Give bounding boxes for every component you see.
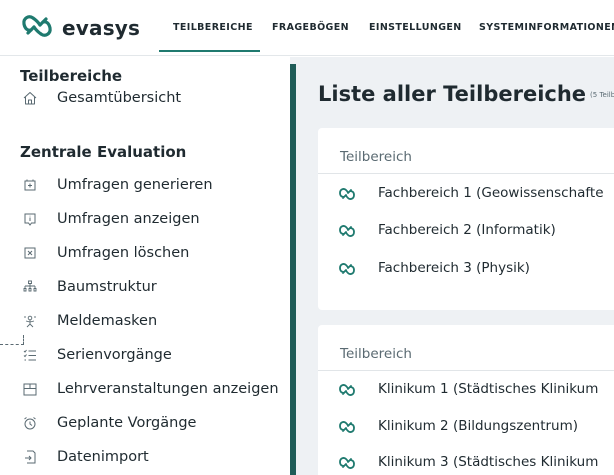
logo-text: evasys [62,16,141,40]
row-label: Fachbereich 2 (Informatik) [378,222,556,238]
dashed-connector [0,344,24,345]
page-title-text: Liste aller Teilbereiche [318,82,587,106]
teilbereich-row[interactable]: Fachbereich 3 (Physik) [318,255,614,281]
sidebar-item-label: Baumstruktur [57,279,157,295]
home-icon [22,90,38,106]
sidebar-item-lehrveranstaltungen-anzeigen[interactable]: Lehrveranstaltungen anzeigen [0,374,285,404]
sidebar-item-meldemasken[interactable]: Meldemasken [0,306,285,336]
sidebar-item-geplante-vorgaenge[interactable]: Geplante Vorgänge [0,408,285,438]
row-label: Klinikum 1 (Städtisches Klinikum [378,381,599,397]
import-icon [22,449,38,465]
teilbereich-row[interactable]: Klinikum 1 (Städtisches Klinikum [318,376,614,402]
info-square-icon [22,211,38,227]
teilbereich-row[interactable]: Fachbereich 1 (Geowissenschafte [318,180,614,206]
teilbereich-row[interactable]: Klinikum 3 (Städtisches Klinikum [318,449,614,475]
teilbereich-card: Teilbereich Fachbereich 1 (Geowissenscha… [318,128,614,310]
sidebar-item-umfragen-loeschen[interactable]: Umfragen löschen [0,238,285,268]
sidebar-item-label: Lehrveranstaltungen anzeigen [57,381,279,397]
active-tab-indicator [159,50,260,52]
evasys-link-icon [338,382,356,396]
row-label: Klinikum 2 (Bildungszentrum) [378,418,579,434]
tab-systeminformationen[interactable]: SYSTEMINFORMATIONEN [479,22,614,33]
alarm-clock-icon [22,415,38,431]
people-icon [22,313,38,329]
sidebar-item-label: Serienvorgänge [57,347,172,363]
x-square-icon [22,245,38,261]
main-accent-bar [290,64,296,475]
sidebar-item-umfragen-generieren[interactable]: Umfragen generieren [0,170,285,200]
checklist-icon [22,347,38,363]
evasys-link-icon [338,419,356,433]
evasys-logo[interactable]: evasys [20,14,140,42]
tab-frageboegen[interactable]: FRAGEBÖGEN [272,22,349,33]
card-header: Teilbereich [340,149,412,165]
page-title: Liste aller Teilbereiche(5 Teilbere [318,82,614,106]
sidebar-item-umfragen-anzeigen[interactable]: Umfragen anzeigen [0,204,285,234]
card-divider [318,370,614,371]
sidebar-item-gesamtuebersicht[interactable]: Gesamtübersicht [0,83,285,113]
sidebar-item-label: Datenimport [57,449,149,465]
evasys-link-icon [338,261,356,275]
card-header: Teilbereich [340,346,412,362]
evasys-link-icon [338,455,356,469]
sidebar: Teilbereiche Gesamtübersicht Zentrale Ev… [0,57,285,475]
sidebar-item-serienvorgaenge[interactable]: Serienvorgänge [0,340,285,370]
evasys-link-icon [338,223,356,237]
teilbereich-row[interactable]: Klinikum 2 (Bildungszentrum) [318,413,614,439]
tab-einstellungen[interactable]: EINSTELLUNGEN [369,22,462,33]
teilbereich-row[interactable]: Fachbereich 2 (Informatik) [318,217,614,243]
plus-square-icon [22,177,38,193]
page-title-count: (5 Teilbere [590,91,614,99]
tree-structure-icon [22,279,38,295]
sidebar-item-label: Gesamtübersicht [57,90,182,106]
card-divider [318,173,614,174]
calendar-icon [22,381,38,397]
sidebar-item-label: Umfragen generieren [57,177,213,193]
row-label: Klinikum 3 (Städtisches Klinikum [378,454,599,470]
tab-teilbereiche[interactable]: TEILBEREICHE [173,22,253,33]
evasys-logo-icon [20,13,54,43]
sidebar-item-label: Umfragen anzeigen [57,211,200,227]
sidebar-item-label: Geplante Vorgänge [57,415,197,431]
sidebar-item-label: Umfragen löschen [57,245,190,261]
sidebar-item-datenimport[interactable]: Datenimport [0,442,285,472]
sidebar-item-label: Meldemasken [57,313,158,329]
dashed-connector-vertical [23,335,24,345]
evasys-link-icon [338,186,356,200]
row-label: Fachbereich 3 (Physik) [378,260,530,276]
row-label: Fachbereich 1 (Geowissenschafte [378,185,604,201]
sidebar-section-zentrale-evaluation: Zentrale Evaluation [20,143,187,161]
sidebar-item-baumstruktur[interactable]: Baumstruktur [0,272,285,302]
teilbereich-card: Teilbereich Klinikum 1 (Städtisches Klin… [318,325,614,475]
top-header: evasys TEILBEREICHE FRAGEBÖGEN EINSTELLU… [0,0,614,56]
